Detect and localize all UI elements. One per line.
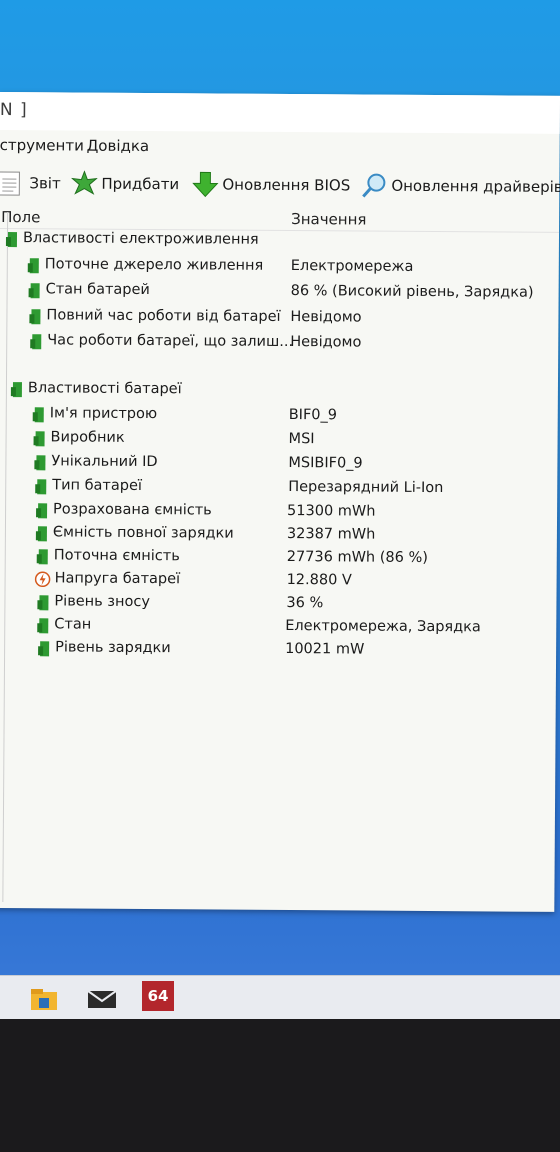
field-value: MSI [288,431,315,448]
battery-icon [35,479,47,495]
list-item[interactable]: Повний час роботи від батареї Невідомо [0,305,558,331]
list-item[interactable]: Рівень зносу 36 % [0,591,557,617]
field-value: 12.880 V [286,572,352,589]
buy-label: Придбати [101,174,180,194]
list-item[interactable]: Тип батареї Перезарядний Li-Ion [0,475,557,501]
battery-icon [37,618,49,634]
aida64-taskbar-icon[interactable]: 64 [142,981,174,1011]
menu-help[interactable]: Довідка [87,137,150,155]
battery-icon [38,641,50,657]
field-label: Рівень зарядки [55,639,171,657]
field-label: Розрахована ємність [53,501,212,519]
list-item[interactable]: Час роботи батареї, що залиш... Невідомо [0,330,558,356]
list-item[interactable]: Виробник MSI [0,427,558,453]
field-value: 51300 mWh [287,503,376,520]
field-value: 36 % [286,595,324,612]
bios-update-button[interactable]: Оновлення BIOS [192,171,350,198]
field-value: Невідомо [290,309,362,326]
battery-icon [27,258,39,274]
battery-icon [30,334,42,350]
field-label: Стан [54,616,92,633]
bios-update-label: Оновлення BIOS [222,175,351,195]
field-value: Перезарядний Li-Ion [288,479,444,497]
battery-icon [32,407,44,423]
field-label: Повний час роботи від батареї [46,307,281,325]
document-icon [0,171,20,196]
list-item[interactable]: Унікальний ID MSIBIF0_9 [0,451,557,477]
driver-update-button[interactable]: Оновлення драйверів [361,173,560,200]
buy-button[interactable]: Придбати [71,170,180,198]
list-item[interactable]: Поточне джерело живлення Електромережа [0,254,559,280]
field-label: Унікальний ID [51,453,158,471]
battery-icon [36,503,48,519]
list-item[interactable]: Поточна ємність 27736 mWh (86 %) [0,545,557,571]
field-label: Напруга батареї [54,570,181,588]
aida64-window: N ] струменти Довідка Звіт Придбати Онов… [0,92,560,912]
field-label: Тип батареї [52,477,142,495]
field-label: Ємність повної зарядки [52,524,234,542]
group-title: Властивості батареї [27,380,182,398]
battery-icon [36,549,48,565]
title-bar[interactable]: N ] [0,92,560,134]
screen-bezel [0,1019,560,1152]
field-value: Електромережа, Зарядка [285,618,481,636]
driver-update-label: Оновлення драйверів [391,176,560,196]
magnifier-icon [362,173,386,198]
toolbar: Звіт Придбати Оновлення BIOS Оновлення д… [0,162,560,206]
field-value: BIF0_9 [288,407,338,424]
list-item[interactable]: Стан Електромережа, Зарядка [0,614,556,640]
battery-icon [5,232,18,248]
list-item[interactable]: Стан батарей 86 % (Високий рівень, Заряд… [0,279,559,305]
field-label: Час роботи батареї, що залиш... [47,332,294,351]
report-button[interactable]: Звіт [0,170,61,196]
field-value: MSIBIF0_9 [288,455,363,472]
field-value: Електромережа [290,258,414,275]
field-label: Поточна ємність [53,547,180,565]
field-label: Рівень зносу [54,593,150,611]
menu-tools[interactable]: струменти [0,136,84,155]
battery-icon [34,455,46,471]
list-item[interactable]: Ім'я пристрою BIF0_9 [0,403,558,429]
file-explorer-icon[interactable] [28,982,62,1014]
field-label: Ім'я пристрою [49,405,158,423]
field-value: 27736 mWh (86 %) [286,549,428,566]
list-item[interactable]: Напруга батареї 12.880 V [0,568,557,594]
battery-icon [33,431,45,447]
star-burst-icon [71,170,98,195]
field-label: Стан батарей [45,281,150,299]
battery-icon [28,283,40,299]
menu-bar: струменти Довідка [0,132,560,162]
field-value: 32387 mWh [286,526,376,543]
battery-icon [10,382,22,398]
battery-icon [37,595,49,611]
report-label: Звіт [29,174,61,193]
field-label: Поточне джерело живлення [44,256,264,274]
field-value: Невідомо [290,334,362,351]
taskbar: 64 [0,975,560,1020]
window-title: N ] [0,99,28,121]
list-item[interactable]: Ємність повної зарядки 32387 mWh [0,522,557,548]
battery-icon [35,526,47,542]
voltage-icon [34,571,51,588]
list-item[interactable]: Рівень зарядки 10021 mW [0,637,556,663]
mail-icon[interactable] [85,982,119,1014]
battery-icon [29,309,41,325]
property-list: Властивості електроживлення Поточне джер… [0,228,559,912]
field-value: 10021 mW [285,641,365,658]
group-battery-properties[interactable]: Властивості батареї [0,378,558,404]
column-value[interactable]: Значення [291,210,366,229]
group-title: Властивості електроживлення [22,230,259,248]
list-item[interactable]: Розрахована ємність 51300 mWh [0,499,557,525]
download-arrow-icon [192,171,219,198]
field-label: Виробник [50,429,125,446]
group-power-properties[interactable]: Властивості електроживлення [0,228,559,254]
field-value: 86 % (Високий рівень, Зарядка) [290,283,534,301]
